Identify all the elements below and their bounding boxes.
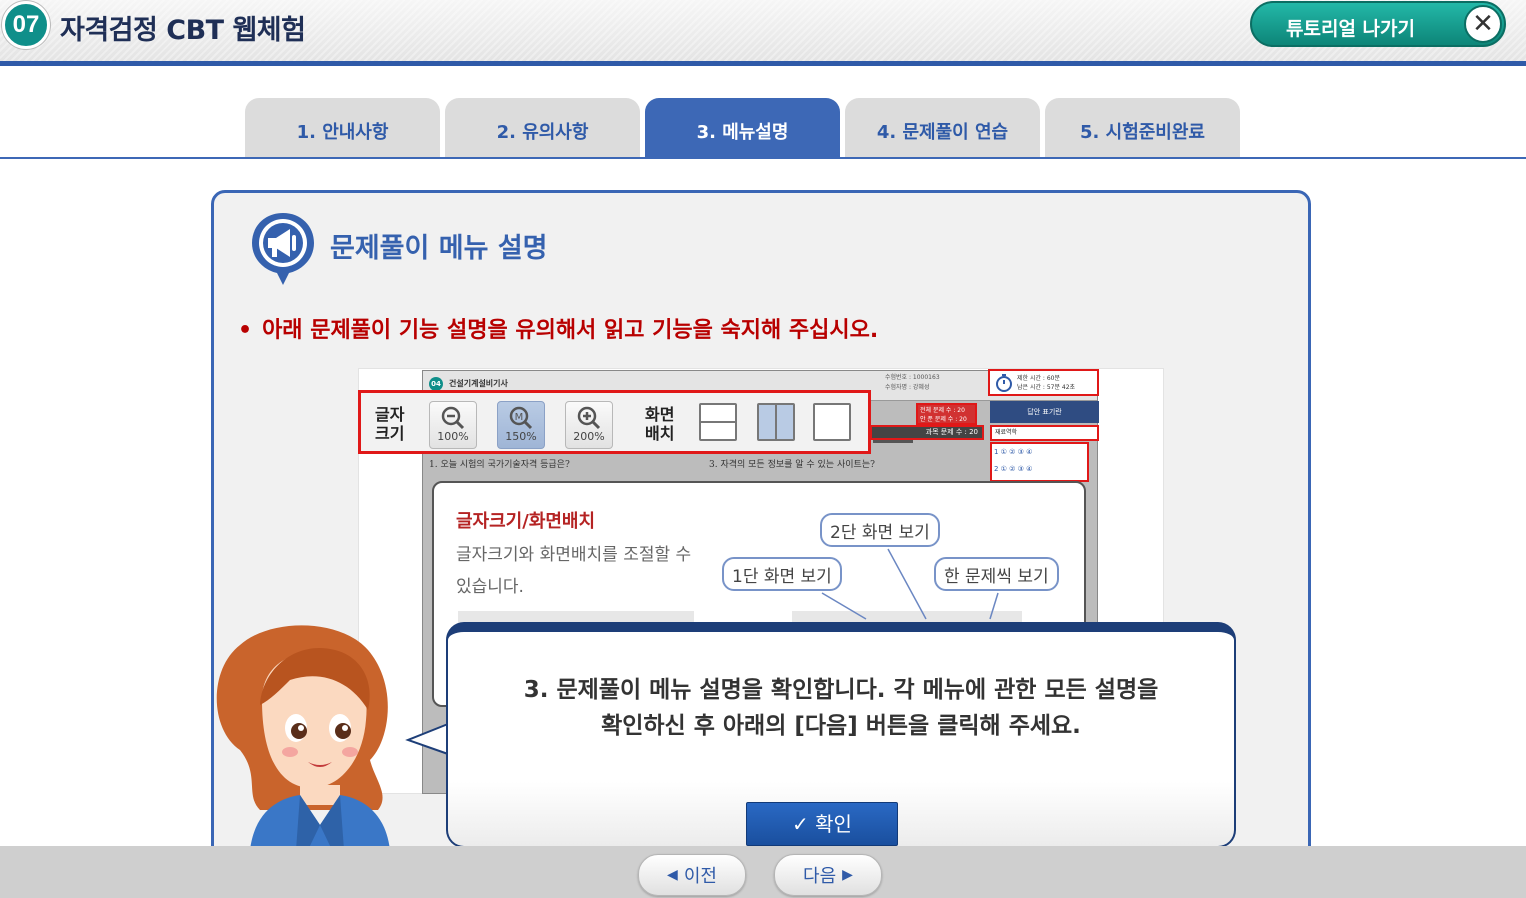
demo-exam-name: 건설기계설비기사 — [449, 379, 508, 388]
demo-answer-row: 1 ① ② ③ ④ — [994, 448, 1033, 456]
prev-button[interactable]: ◀ 이전 — [638, 854, 746, 896]
zoom-out-icon — [441, 406, 465, 430]
layout-two-column-button[interactable] — [757, 403, 795, 441]
zoom-medium-icon: M — [509, 406, 533, 430]
tab-practice[interactable]: 4. 문제풀이 연습 — [845, 98, 1040, 158]
demo-subject-count: 과목 문제 수 : 20 — [870, 425, 984, 440]
guide-message-line1: 3. 문제풀이 메뉴 설명을 확인합니다. 각 메뉴에 관한 모든 설명을 — [523, 677, 1159, 703]
demo-question-3: 3. 자격의 모든 정보를 알 수 있는 사이트는? — [709, 460, 875, 470]
demo-answer-list: 1 ① ② ③ ④ 2 ① ② ③ ④ — [990, 442, 1089, 482]
guide-speech-bubble: 3. 문제풀이 메뉴 설명을 확인합니다. 각 메뉴에 관한 모든 설명을 확인… — [446, 622, 1236, 848]
app-header: 07 자격검정 CBT 웹체험 튜토리얼 나가기 ✕ — [0, 0, 1526, 66]
svg-text:M: M — [515, 412, 524, 423]
demo-subject-select: 재료역학 — [990, 425, 1099, 441]
tab-guide[interactable]: 1. 안내사항 — [245, 98, 440, 158]
demo-timer: 제한 시간 : 60분 남은 시간 : 57분 42초 — [988, 369, 1099, 396]
demo-answer-header: 답안 표기란 — [990, 401, 1099, 423]
next-label: 다음 — [803, 866, 837, 887]
font-size-label: 글자 크기 — [375, 405, 405, 443]
demo-time-limit: 제한 시간 : 60분 — [1017, 375, 1060, 382]
zoom-in-icon — [577, 406, 601, 430]
bottom-nav-bar — [0, 846, 1526, 898]
next-button[interactable]: 다음 ▶ — [774, 854, 882, 896]
demo-question-count: 전체 문제 수 : 20 안 푼 문제 수 : 20 — [916, 403, 977, 425]
layout-single-question-button[interactable] — [813, 403, 851, 441]
demo-answer-row: 2 ① ② ③ ④ — [994, 465, 1033, 473]
prev-label: 이전 — [683, 866, 717, 887]
layout-one-column-icon — [701, 421, 735, 423]
demo-question-1: 1. 오늘 시험의 국가기술자격 등급은? — [429, 460, 570, 470]
zoom-200-button[interactable]: 200% — [565, 401, 613, 449]
demo-timer-text: 제한 시간 : 60분 남은 시간 : 57분 42초 — [1017, 374, 1075, 392]
zoom-100-label: 100% — [437, 430, 469, 443]
zoom-100-button[interactable]: 100% — [429, 401, 477, 449]
font-layout-toolbar: 글자 크기 100% M 150% 200% 화면 배치 — [358, 390, 871, 454]
megaphone-icon — [252, 213, 314, 285]
chapter-badge: 07 — [2, 1, 50, 49]
tab-menu-description[interactable]: 3. 메뉴설명 — [645, 98, 840, 158]
layout-one-column-button[interactable] — [699, 403, 737, 441]
stopwatch-icon — [996, 374, 1012, 392]
instruction-text: • 아래 문제풀이 기능 설명을 유의해서 읽고 기능을 숙지해 주십시오. — [238, 312, 878, 344]
tab-exam-ready[interactable]: 5. 시험준비완료 — [1045, 98, 1240, 158]
section-title: 문제풀이 메뉴 설명 — [330, 233, 548, 264]
demo-unanswered-count: 안 푼 문제 수 : 20 — [920, 416, 967, 423]
demo-total-count: 전체 문제 수 : 20 — [920, 407, 965, 414]
zoom-200-label: 200% — [573, 430, 605, 443]
exit-tutorial-label: 튜토리얼 나가기 — [1286, 18, 1415, 40]
guide-message-line2: 확인하신 후 아래의 [다음] 버튼을 클릭해 주세요. — [601, 713, 1081, 739]
demo-examinee-number: 수험번호 : 1000163 — [885, 374, 940, 381]
exit-tutorial-button[interactable]: 튜토리얼 나가기 ✕ — [1250, 1, 1506, 47]
chevron-left-icon: ◀ — [667, 867, 678, 883]
zoom-150-label: 150% — [505, 430, 537, 443]
app-title: 자격검정 CBT 웹체험 — [60, 15, 306, 46]
instruction-label: 아래 문제풀이 기능 설명을 유의해서 읽고 기능을 숙지해 주십시오. — [262, 318, 879, 343]
step-tabs: 1. 안내사항 2. 유의사항 3. 메뉴설명 4. 문제풀이 연습 5. 시험… — [245, 98, 1240, 158]
demo-exam-badge: 04 — [429, 377, 443, 391]
demo-examinee-info: 수험번호 : 1000163 수험자명 : 강혜성 — [885, 373, 940, 393]
zoom-150-button[interactable]: M 150% — [497, 401, 545, 449]
confirm-button[interactable]: ✓ 확인 — [746, 802, 898, 846]
close-icon[interactable]: ✕ — [1464, 5, 1502, 43]
bullet-icon: • — [238, 318, 253, 343]
layout-label: 화면 배치 — [645, 405, 675, 443]
chevron-right-icon: ▶ — [842, 867, 853, 883]
tab-precautions[interactable]: 2. 유의사항 — [445, 98, 640, 158]
tab-underline — [0, 157, 1526, 159]
demo-examinee-name: 수험자명 : 강혜성 — [885, 384, 930, 391]
guide-character — [216, 625, 390, 850]
layout-two-column-icon — [775, 405, 777, 439]
guide-message: 3. 문제풀이 메뉴 설명을 확인합니다. 각 메뉴에 관한 모든 설명을 확인… — [448, 672, 1234, 744]
demo-time-remaining: 남은 시간 : 57분 42초 — [1017, 384, 1076, 391]
